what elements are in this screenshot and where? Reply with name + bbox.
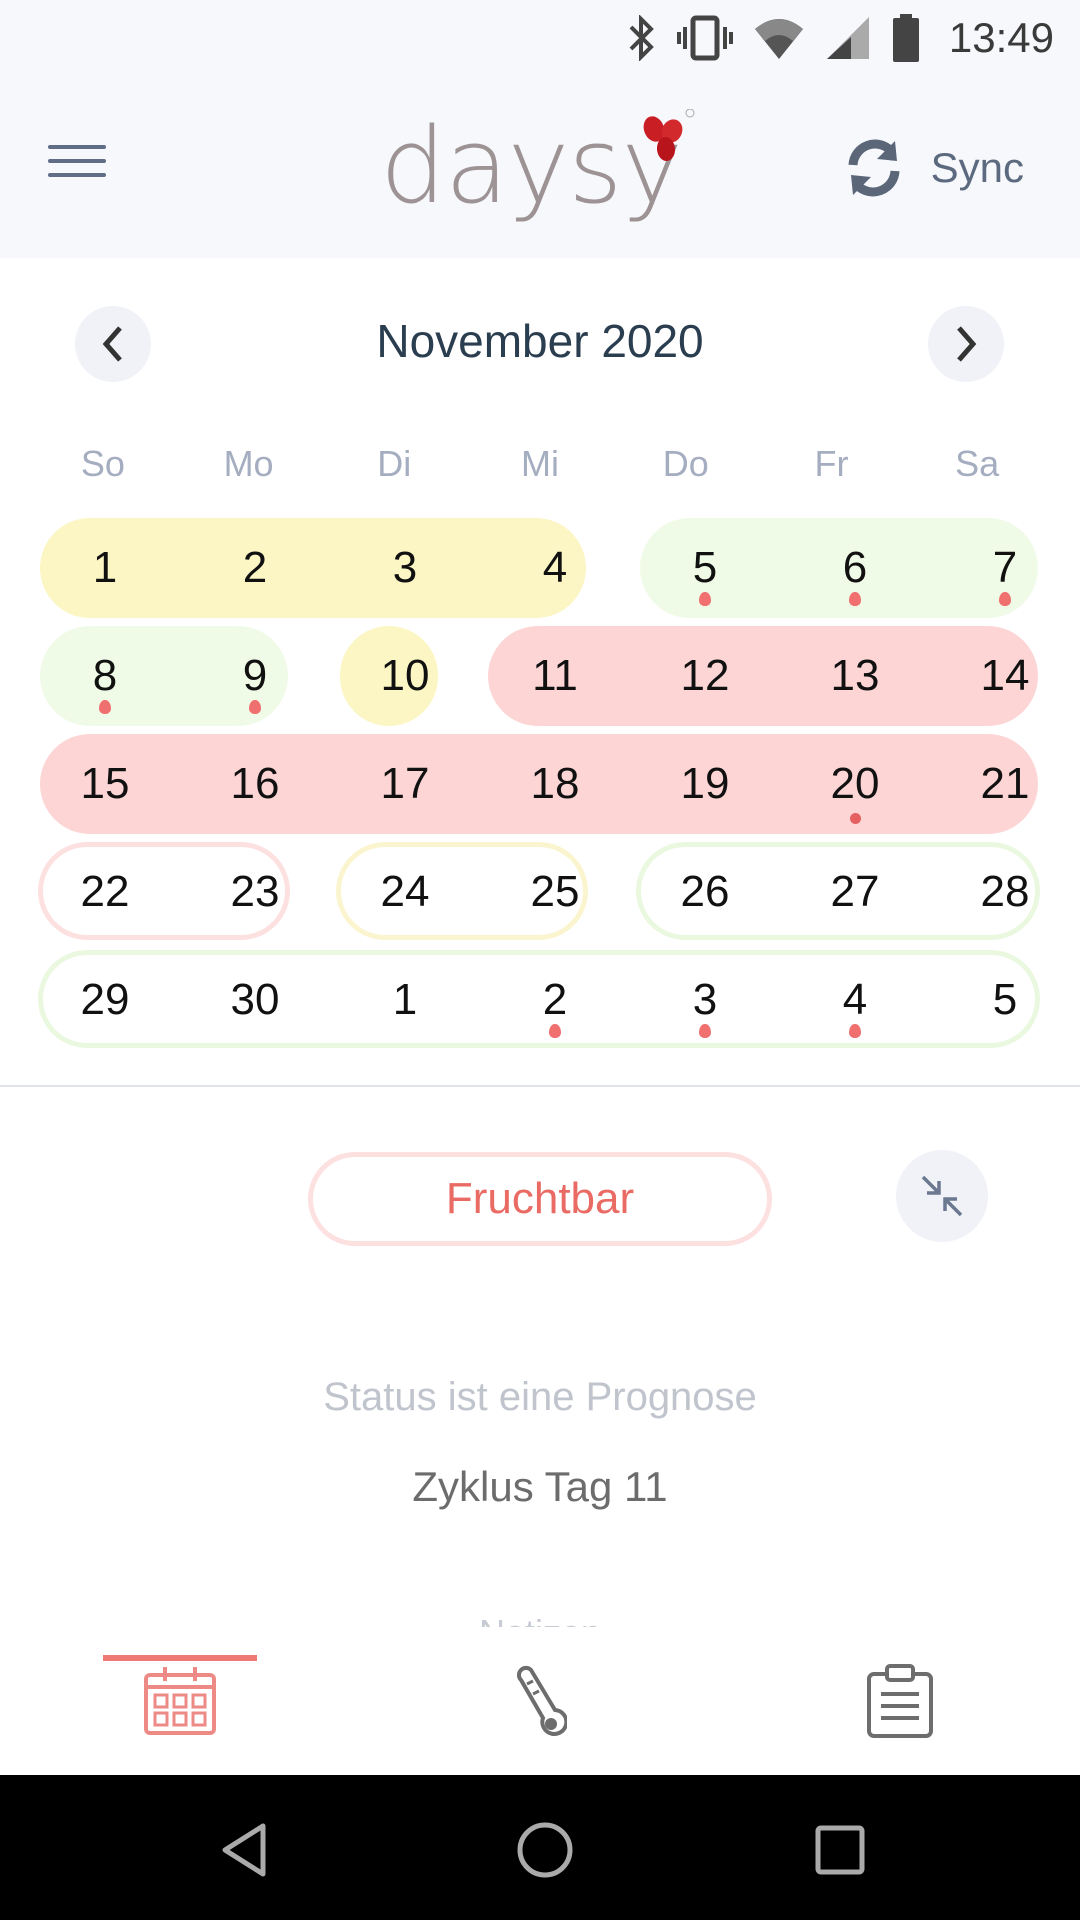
- calendar-day[interactable]: 14: [930, 626, 1080, 726]
- calendar-day[interactable]: 17: [330, 734, 480, 834]
- menstruation-drop-icon: [849, 1024, 861, 1038]
- calendar-day[interactable]: 27: [780, 842, 930, 942]
- calendar-icon: [144, 1667, 216, 1735]
- wifi-icon: [754, 19, 803, 59]
- calendar: November 2020 So Mo Di Mi Do Fr Sa 1 2 3…: [0, 258, 1080, 1086]
- calendar-day[interactable]: 2: [180, 518, 330, 618]
- notes-tab[interactable]: [800, 1627, 1000, 1775]
- back-button[interactable]: [205, 1810, 285, 1890]
- menstruation-drop-icon: [849, 592, 861, 606]
- calendar-day-today[interactable]: 20: [780, 734, 930, 834]
- collapse-button[interactable]: [896, 1150, 988, 1242]
- calendar-day[interactable]: 21: [930, 734, 1080, 834]
- weekday-label: So: [80, 443, 125, 484]
- calendar-day[interactable]: 25: [480, 842, 630, 942]
- recents-button[interactable]: [800, 1810, 880, 1890]
- calendar-day[interactable]: 4: [480, 518, 630, 618]
- bottom-tab-bar: [0, 1627, 1080, 1775]
- calendar-day[interactable]: 29: [30, 950, 180, 1050]
- calendar-day[interactable]: 3: [330, 518, 480, 618]
- status-time: 13:49: [948, 14, 1054, 61]
- thermometer-icon: [516, 1665, 567, 1736]
- prognosis-text: Status ist eine Prognose: [323, 1375, 757, 1419]
- menstruation-drop-icon: [999, 592, 1011, 606]
- menstruation-drop-icon: [699, 592, 711, 606]
- calendar-day[interactable]: 26: [630, 842, 780, 942]
- menstruation-drop-icon: [99, 700, 111, 714]
- sync-label: Sync: [930, 144, 1024, 191]
- calendar-day[interactable]: 23: [180, 842, 330, 942]
- calendar-day[interactable]: 9: [180, 626, 330, 726]
- sync-icon: [848, 139, 900, 197]
- calendar-day[interactable]: 4: [780, 950, 930, 1050]
- back-triangle-icon: [222, 1823, 266, 1877]
- calendar-day[interactable]: 3: [630, 950, 780, 1050]
- weekday-label: Fr: [814, 443, 849, 484]
- temperature-tab[interactable]: [440, 1627, 640, 1775]
- weekday-label: Di: [377, 443, 412, 484]
- calendar-day[interactable]: 6: [780, 518, 930, 618]
- prev-month-button[interactable]: [75, 306, 151, 382]
- calendar-day[interactable]: 22: [30, 842, 180, 942]
- weekday-header: So Mo Di Mi Do Fr Sa: [30, 443, 1050, 485]
- calendar-week: 8 9 10 11 12 13 14: [30, 626, 1050, 726]
- home-circle-icon: [517, 1822, 573, 1878]
- calendar-day[interactable]: 5: [930, 950, 1080, 1050]
- app-header: daysy Sync: [0, 75, 1080, 258]
- menstruation-drop-icon: [699, 1024, 711, 1038]
- status-section: Fruchtbar Status ist eine Prognose Zyklu…: [0, 1087, 1080, 1627]
- weekday-label: Mi: [521, 443, 560, 484]
- clipboard-icon: [867, 1664, 933, 1738]
- home-button[interactable]: [505, 1810, 585, 1890]
- calendar-day[interactable]: 11: [480, 626, 630, 726]
- menstruation-drop-icon: [249, 700, 261, 714]
- calendar-day[interactable]: 16: [180, 734, 330, 834]
- recents-square-icon: [815, 1825, 865, 1875]
- calendar-day[interactable]: 8: [30, 626, 180, 726]
- weekday-label: Mo: [223, 443, 274, 484]
- daysy-logo: daysy: [380, 105, 700, 227]
- calendar-day[interactable]: 30: [180, 950, 330, 1050]
- weekday-label: Do: [662, 443, 709, 484]
- calendar-day[interactable]: 1: [30, 518, 180, 618]
- flower-logo-icon: [643, 109, 695, 161]
- calendar-day[interactable]: 12: [630, 626, 780, 726]
- bluetooth-icon: [629, 15, 654, 61]
- calendar-day[interactable]: 15: [30, 734, 180, 834]
- calendar-day[interactable]: 1: [330, 950, 480, 1050]
- calendar-day[interactable]: 18: [480, 734, 630, 834]
- weekday-label: Sa: [955, 443, 1000, 484]
- collapse-arrows-icon: [921, 1175, 963, 1217]
- hamburger-menu-icon[interactable]: [48, 145, 106, 185]
- signal-icon: [826, 17, 869, 59]
- chevron-left-icon: [102, 326, 122, 362]
- calendar-week: 29 30 1 2 3 4 5: [30, 950, 1050, 1050]
- menstruation-drop-icon: [549, 1024, 561, 1038]
- calendar-day[interactable]: 24: [330, 842, 480, 942]
- month-title: November 2020: [376, 315, 704, 367]
- calendar-day[interactable]: 10: [330, 626, 480, 726]
- android-navigation-bar: [0, 1775, 1080, 1920]
- calendar-week: 22 23 24 25 26 27 28: [30, 842, 1050, 942]
- status-bar: 13:49: [0, 0, 1080, 75]
- calendar-day[interactable]: 5: [630, 518, 780, 618]
- calendar-day[interactable]: 28: [930, 842, 1080, 942]
- calendar-day[interactable]: 13: [780, 626, 930, 726]
- calendar-day[interactable]: 2: [480, 950, 630, 1050]
- calendar-week: 15 16 17 18 19 20 21: [30, 734, 1050, 834]
- chevron-right-icon: [957, 326, 977, 362]
- calendar-day[interactable]: 7: [930, 518, 1080, 618]
- fertility-status-badge: Fruchtbar: [308, 1152, 772, 1246]
- cycle-day-text: Zyklus Tag 11: [412, 1463, 668, 1510]
- calendar-tab[interactable]: [80, 1627, 280, 1775]
- battery-icon: [892, 14, 919, 62]
- notes-heading[interactable]: Notizen: [0, 1615, 1080, 1627]
- vibrate-icon: [676, 15, 733, 61]
- calendar-week: 1 2 3 4 5 6 7: [30, 518, 1050, 618]
- today-dot-icon: [850, 813, 861, 824]
- sync-button[interactable]: Sync: [843, 133, 1024, 203]
- next-month-button[interactable]: [928, 306, 1004, 382]
- calendar-day[interactable]: 19: [630, 734, 780, 834]
